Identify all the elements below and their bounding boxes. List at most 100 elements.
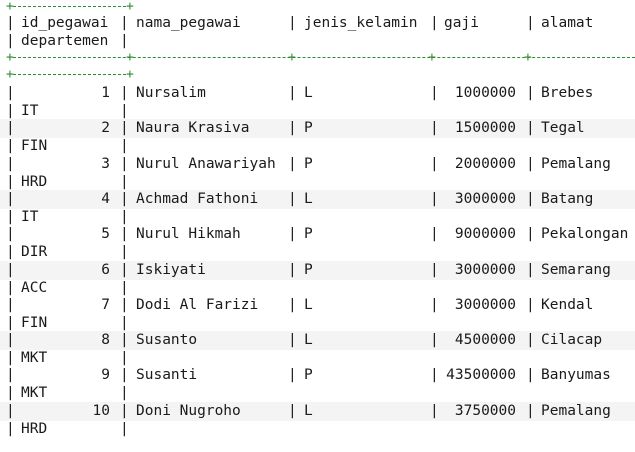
cell-separator: | (288, 367, 297, 383)
cell-separator: | (120, 244, 129, 260)
cell-separator: | (120, 403, 129, 419)
cell-separator: | (6, 156, 15, 172)
border-dash (13, 57, 635, 58)
cell-id-pegawai: 2 (101, 120, 110, 136)
cell-separator: | (120, 156, 129, 172)
cell-separator: | (6, 280, 15, 296)
cell-separator: | (430, 156, 439, 172)
cell-separator: | (430, 120, 439, 136)
cell-separator: | (120, 262, 129, 278)
cell-separator: | (120, 120, 129, 136)
cell-separator: | (288, 120, 297, 136)
cell-separator: | (430, 403, 439, 419)
cell-separator: | (6, 297, 15, 313)
border-plus: + (126, 67, 134, 82)
cell-departemen: MKT (21, 385, 48, 401)
cell-nama-pegawai: Nurul Hikmah (136, 226, 241, 242)
cell-alamat: Batang (541, 191, 594, 207)
border-dash (13, 74, 126, 75)
cell-separator: | (120, 350, 129, 366)
border-plus: + (126, 0, 134, 14)
cell-separator: | (288, 191, 297, 207)
cell-separator: | (6, 403, 15, 419)
cell-separator: | (526, 120, 535, 136)
cell-nama-pegawai: Susanto (136, 332, 198, 348)
cell-departemen: HRD (21, 174, 48, 190)
cell-separator: | (120, 226, 129, 242)
cell-separator: | (6, 315, 15, 331)
cell-separator: | (430, 191, 439, 207)
cell-separator: | (288, 85, 297, 101)
cell-separator: | (6, 262, 15, 278)
cell-gaji: 43500000 (446, 367, 516, 383)
cell-gaji: 9000000 (454, 226, 516, 242)
cell-gaji: 4500000 (454, 332, 516, 348)
cell-separator: | (6, 191, 15, 207)
cell-separator: | (288, 297, 297, 313)
cell-separator: | (6, 367, 15, 383)
border-plus: + (428, 50, 436, 65)
cell-id-pegawai: 9 (101, 367, 110, 383)
cell-gaji: 3000000 (454, 191, 516, 207)
cell-jenis-kelamin: P (304, 226, 313, 242)
cell-separator: | (430, 85, 439, 101)
cell-separator: | (120, 280, 129, 296)
cell-separator: | (6, 85, 15, 101)
cell-alamat: Brebes (541, 85, 594, 101)
cell-nama-pegawai: Achmad Fathoni (136, 191, 259, 207)
cell-nama-pegawai: Doni Nugroho (136, 403, 241, 419)
cell-departemen: IT (21, 209, 39, 225)
cell-separator: | (526, 367, 535, 383)
cell-gaji: 1000000 (454, 85, 516, 101)
cell-nama-pegawai: Iskiyati (136, 262, 206, 278)
cell-jenis-kelamin: P (304, 367, 313, 383)
cell-departemen: MKT (21, 350, 48, 366)
cell-alamat: Cilacap (541, 332, 603, 348)
cell-id-pegawai: 6 (101, 262, 110, 278)
cell-separator: | (288, 226, 297, 242)
cell-separator: | (120, 174, 129, 190)
cell-separator: | (6, 350, 15, 366)
cell-departemen: FIN (21, 315, 48, 331)
cell-jenis-kelamin: P (304, 156, 313, 172)
cell-separator: | (288, 156, 297, 172)
cell-separator: | (6, 332, 15, 348)
border-plus: + (126, 50, 134, 65)
cell-id-pegawai: 1 (101, 85, 110, 101)
border-plus: + (524, 50, 532, 65)
cell-separator: | (430, 226, 439, 242)
header-id: id_pegawai (21, 15, 109, 31)
cell-separator: | (526, 332, 535, 348)
cell-gaji: 3750000 (454, 403, 516, 419)
cell-jenis-kelamin: L (304, 191, 313, 207)
cell-jenis-kelamin: L (304, 85, 313, 101)
cell-separator: | (6, 226, 15, 242)
cell-separator: | (120, 85, 129, 101)
cell-jenis-kelamin: L (304, 403, 313, 419)
cell-separator: | (120, 367, 129, 383)
cell-separator: | (526, 191, 535, 207)
cell-separator: | (430, 367, 439, 383)
cell-nama-pegawai: Nurul Anawariyah (136, 156, 276, 172)
cell-separator: | (120, 191, 129, 207)
cell-separator: | (120, 315, 129, 331)
cell-alamat: Kendal (541, 297, 594, 313)
cell-nama-pegawai: Dodi Al Farizi (136, 297, 259, 313)
cell-gaji: 2000000 (454, 156, 516, 172)
cell-jenis-kelamin: L (304, 297, 313, 313)
cell-id-pegawai: 3 (101, 156, 110, 172)
cell-separator: | (288, 403, 297, 419)
cell-separator: | (120, 103, 129, 119)
cell-separator: | (6, 244, 15, 260)
header-gaji: gaji (444, 15, 479, 31)
cell-nama-pegawai: Susanti (136, 367, 198, 383)
cell-alamat: Semarang (541, 262, 611, 278)
cell-separator: | (6, 385, 15, 401)
cell-gaji: 3000000 (454, 297, 516, 313)
cell-separator: | (6, 138, 15, 154)
cell-gaji: 3000000 (454, 262, 516, 278)
cell-nama-pegawai: Nursalim (136, 85, 206, 101)
cell-alamat: Pemalang (541, 156, 611, 172)
cell-separator: | (288, 262, 297, 278)
cell-departemen: ACC (21, 280, 48, 296)
